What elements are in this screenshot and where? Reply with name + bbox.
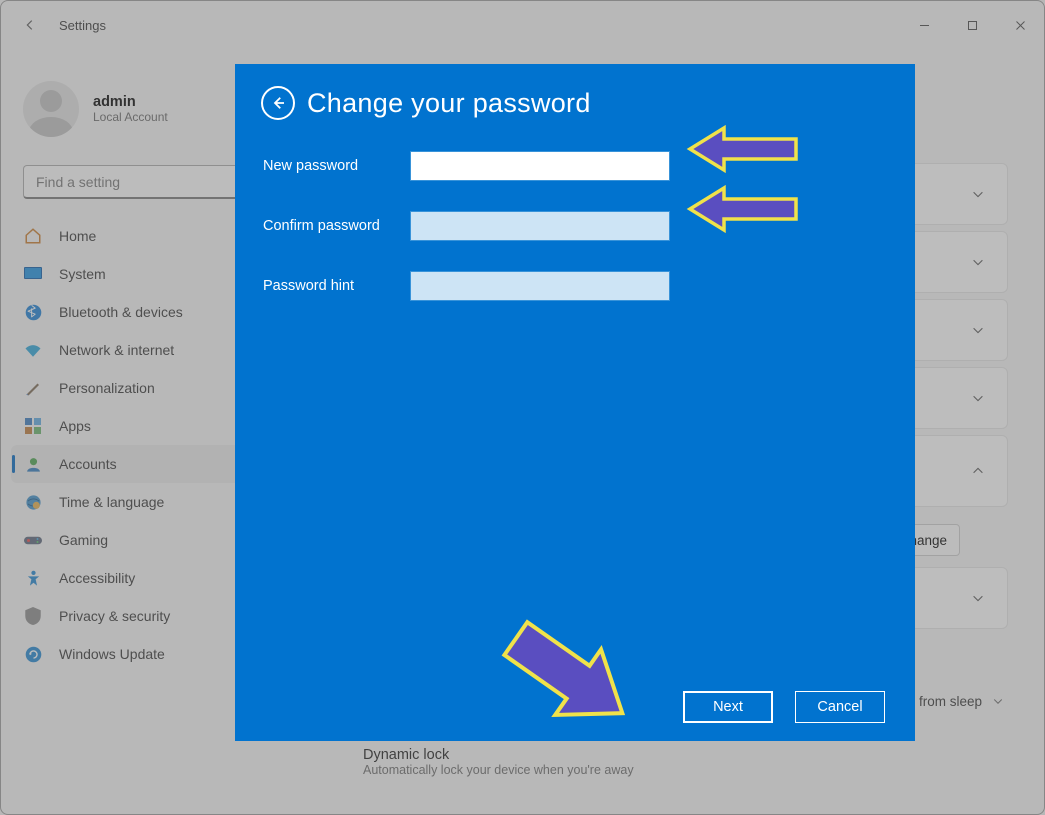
new-password-input[interactable] (410, 151, 670, 181)
confirm-password-input[interactable] (410, 211, 670, 241)
password-hint-label: Password hint (263, 278, 410, 294)
cancel-button[interactable]: Cancel (795, 691, 885, 723)
dialog-back-button[interactable] (261, 86, 295, 120)
password-form: New password Confirm password Password h… (235, 126, 915, 326)
new-password-label: New password (263, 158, 410, 174)
dialog-title: Change your password (307, 88, 591, 119)
password-hint-input[interactable] (410, 271, 670, 301)
confirm-password-label: Confirm password (263, 218, 410, 234)
annotation-arrow (684, 122, 802, 176)
annotation-arrow (684, 182, 802, 236)
annotation-arrow (485, 613, 645, 733)
next-button[interactable]: Next (683, 691, 773, 723)
